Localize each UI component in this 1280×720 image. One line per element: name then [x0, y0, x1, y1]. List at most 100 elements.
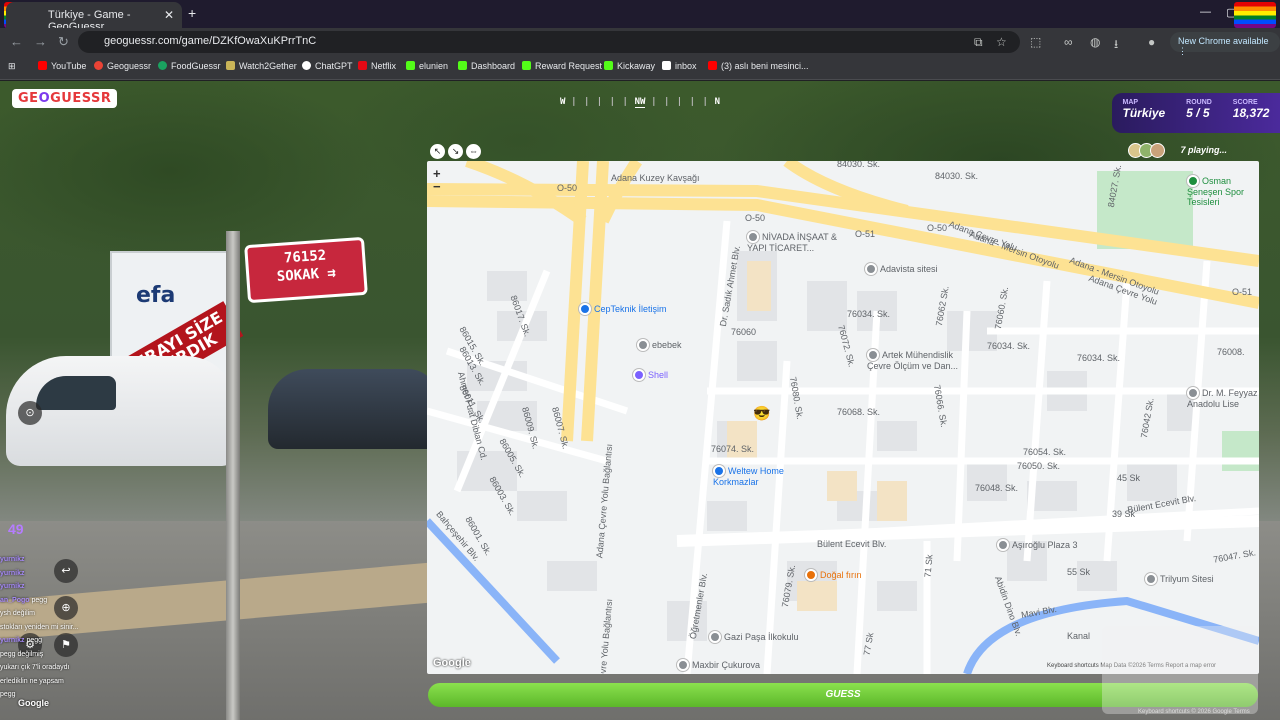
bookmark-youtube[interactable]: YouTube	[38, 61, 86, 71]
street-label: 84030. Sk.	[837, 161, 881, 169]
avatar[interactable]: ●	[1148, 35, 1155, 49]
bookmark-foodguessr[interactable]: FoodGuessr	[158, 61, 221, 71]
map-poi[interactable]: Aşıroğlu Plaza 3	[997, 539, 1078, 551]
poi-pin-icon	[865, 263, 877, 275]
expand-map-icon[interactable]: ↘	[448, 144, 463, 159]
game-viewport[interactable]: efa BURAYI SİZE YIKIRDIK 76152 SOKAK ⇉ G…	[0, 81, 1280, 720]
poi-name: NİVADA İNŞAAT & YAPI TİCARET...	[747, 232, 838, 253]
poi-name: ebebek	[652, 340, 682, 350]
foodguessr-icon	[158, 61, 167, 70]
streetview-footer[interactable]: Keyboard shortcuts © 2026 Google Terms	[1138, 709, 1250, 715]
install-icon[interactable]: ⧉	[974, 35, 983, 50]
poi-pin-icon	[709, 631, 721, 643]
hud-map-value: Türkiye	[1122, 106, 1166, 120]
youtube-icon	[38, 61, 47, 70]
poi-pin-icon	[747, 231, 759, 243]
browser-toolbar: ← → ↻ geoguessr.com/game/DZKfOwaXuKPrrTn…	[0, 28, 1280, 56]
shrink-map-icon[interactable]: ↖	[430, 144, 445, 159]
billboard-logo: efa	[136, 283, 176, 308]
geoguessr-logo[interactable]: GEOGUESSR	[12, 89, 118, 108]
hud-round: ROUND 5 / 5	[1186, 99, 1212, 133]
pin-location-icon[interactable]: ⊙	[18, 401, 42, 425]
back-icon[interactable]: ←	[10, 34, 23, 49]
chat-message: yurnikz	[0, 553, 140, 567]
bookmark-geoguessr[interactable]: Geoguessr	[94, 61, 151, 71]
chat-message: erlediklin ne yapsam	[0, 675, 140, 689]
street-label: Adana Kuzey Kavşağı	[611, 173, 700, 183]
map-poi[interactable]: Adavista sitesi	[865, 263, 938, 275]
poi-name: Gazi Paşa İlkokulu	[724, 632, 799, 642]
hud-score-value: 18,372	[1232, 106, 1270, 120]
map-poi[interactable]: Weltew Home Korkmazlar	[713, 465, 823, 487]
new-chrome-label: New Chrome available	[1178, 36, 1269, 46]
dark-car	[268, 369, 438, 449]
bookmark-elunien[interactable]: elunien	[406, 61, 448, 71]
link-icon[interactable]: ∞	[1064, 35, 1073, 49]
new-chrome-button[interactable]: New Chrome available ⋮	[1170, 32, 1280, 56]
bookmark-watch2gether[interactable]: Watch2Gether	[226, 61, 297, 71]
street-label: 84030. Sk.	[935, 171, 979, 181]
reload-icon[interactable]: ↻	[58, 34, 69, 50]
bookmark-reward-request[interactable]: Reward Request	[522, 61, 602, 71]
bookmark-chatgpt[interactable]: ChatGPT	[302, 61, 353, 71]
youtube-icon	[708, 61, 717, 70]
park-area	[1222, 431, 1259, 471]
map-poi[interactable]: Doğal fırın	[805, 569, 862, 581]
bookmark-star-icon[interactable]: ☆	[996, 35, 1007, 49]
poi-pin-icon	[579, 303, 591, 315]
new-tab-icon[interactable]: +	[188, 5, 196, 21]
zoom-out-button[interactable]: −	[433, 180, 447, 193]
map-poi[interactable]: NİVADA İNŞAAT & YAPI TİCARET...	[747, 231, 857, 253]
forward-icon[interactable]: →	[34, 34, 47, 49]
poi-name: Aşıroğlu Plaza 3	[1012, 540, 1078, 550]
bookmark-dashboard[interactable]: Dashboard	[458, 61, 515, 71]
canal	[427, 518, 560, 664]
minimize-icon[interactable]: —	[1200, 6, 1211, 18]
bookmark-youtube-video[interactable]: (3) aslı beni mesinci...	[708, 61, 809, 71]
map-poi[interactable]: Osman Şeneşen Spor Tesisleri	[1187, 175, 1259, 207]
hud-map-label: MAP	[1122, 99, 1139, 106]
car-window	[36, 376, 116, 410]
kick-icon	[458, 61, 467, 70]
map-poi[interactable]: Shell	[633, 369, 668, 381]
poi-pin-icon	[713, 465, 725, 477]
address-bar[interactable]: geoguessr.com/game/DZKfOwaXuKPrrTnC	[78, 31, 1020, 53]
players-indicator[interactable]: 7 playing...	[1128, 143, 1227, 158]
street-label: O-51	[1232, 287, 1253, 297]
guess-map[interactable]: + − Adana Kuzey Kavşağı 84030. Sk. 84030. …	[427, 161, 1259, 674]
map-poi[interactable]: Trilyum Sitesi	[1145, 573, 1214, 585]
map-poi[interactable]: Maxbir Çukurova	[677, 659, 760, 671]
bookmark-kickaway[interactable]: Kickaway	[604, 61, 655, 71]
kick-icon	[522, 61, 531, 70]
bookmark-netflix[interactable]: Netflix	[358, 61, 396, 71]
download-icon[interactable]: ⭳	[1114, 35, 1118, 56]
street-label: 45 Sk	[1117, 473, 1141, 483]
logo-part: GE	[18, 91, 39, 106]
map-cursor-icon: 😎	[753, 405, 771, 421]
map-toolbar: ↖ ↘ ⇔	[430, 141, 484, 159]
map-poi[interactable]: CepTeknik İletişim	[579, 303, 667, 315]
hud-map: MAP Türkiye	[1122, 99, 1165, 133]
tab-close-icon[interactable]: ✕	[164, 8, 174, 22]
profile-icon[interactable]: ◍	[1090, 35, 1100, 49]
browser-tab[interactable]: Türkiye - Game - GeoGuessr ✕	[6, 2, 182, 33]
pin-map-icon[interactable]: ⇔	[466, 144, 481, 159]
chat-message: pegg değilmiş	[0, 648, 140, 662]
apps-icon[interactable]: ⊞	[8, 61, 16, 72]
map-poi[interactable]: Dr. M. Feyyaz Anadolu Lise	[1187, 387, 1259, 409]
chat-text: erlediklin ne yapsam	[0, 677, 64, 685]
chat-username: an_Pogo	[0, 596, 32, 604]
chat-message: ysh değilim	[0, 607, 140, 621]
playing-count: 7 playing...	[1180, 144, 1228, 155]
chat-message: an_Pogo pegg	[0, 594, 140, 608]
map-poi[interactable]: ebebek	[637, 339, 682, 351]
bookmark-inbox[interactable]: inbox	[662, 61, 697, 71]
bookmarks-bar: ⊞ YouTube Geoguessr FoodGuessr Watch2Get…	[0, 56, 1280, 80]
extensions-icon[interactable]: ⬚	[1030, 35, 1041, 49]
street-label: 76034. Sk.	[987, 341, 1031, 351]
compass-ticks: | | | | |	[651, 97, 709, 107]
player-avatars	[1128, 143, 1178, 158]
map-poi[interactable]: Gazi Paşa İlkokulu	[709, 631, 799, 643]
hud-round-value: 5 / 5	[1186, 106, 1210, 120]
map-poi[interactable]: Artek Mühendislik Çevre Ölçüm ve Dan...	[867, 349, 977, 371]
